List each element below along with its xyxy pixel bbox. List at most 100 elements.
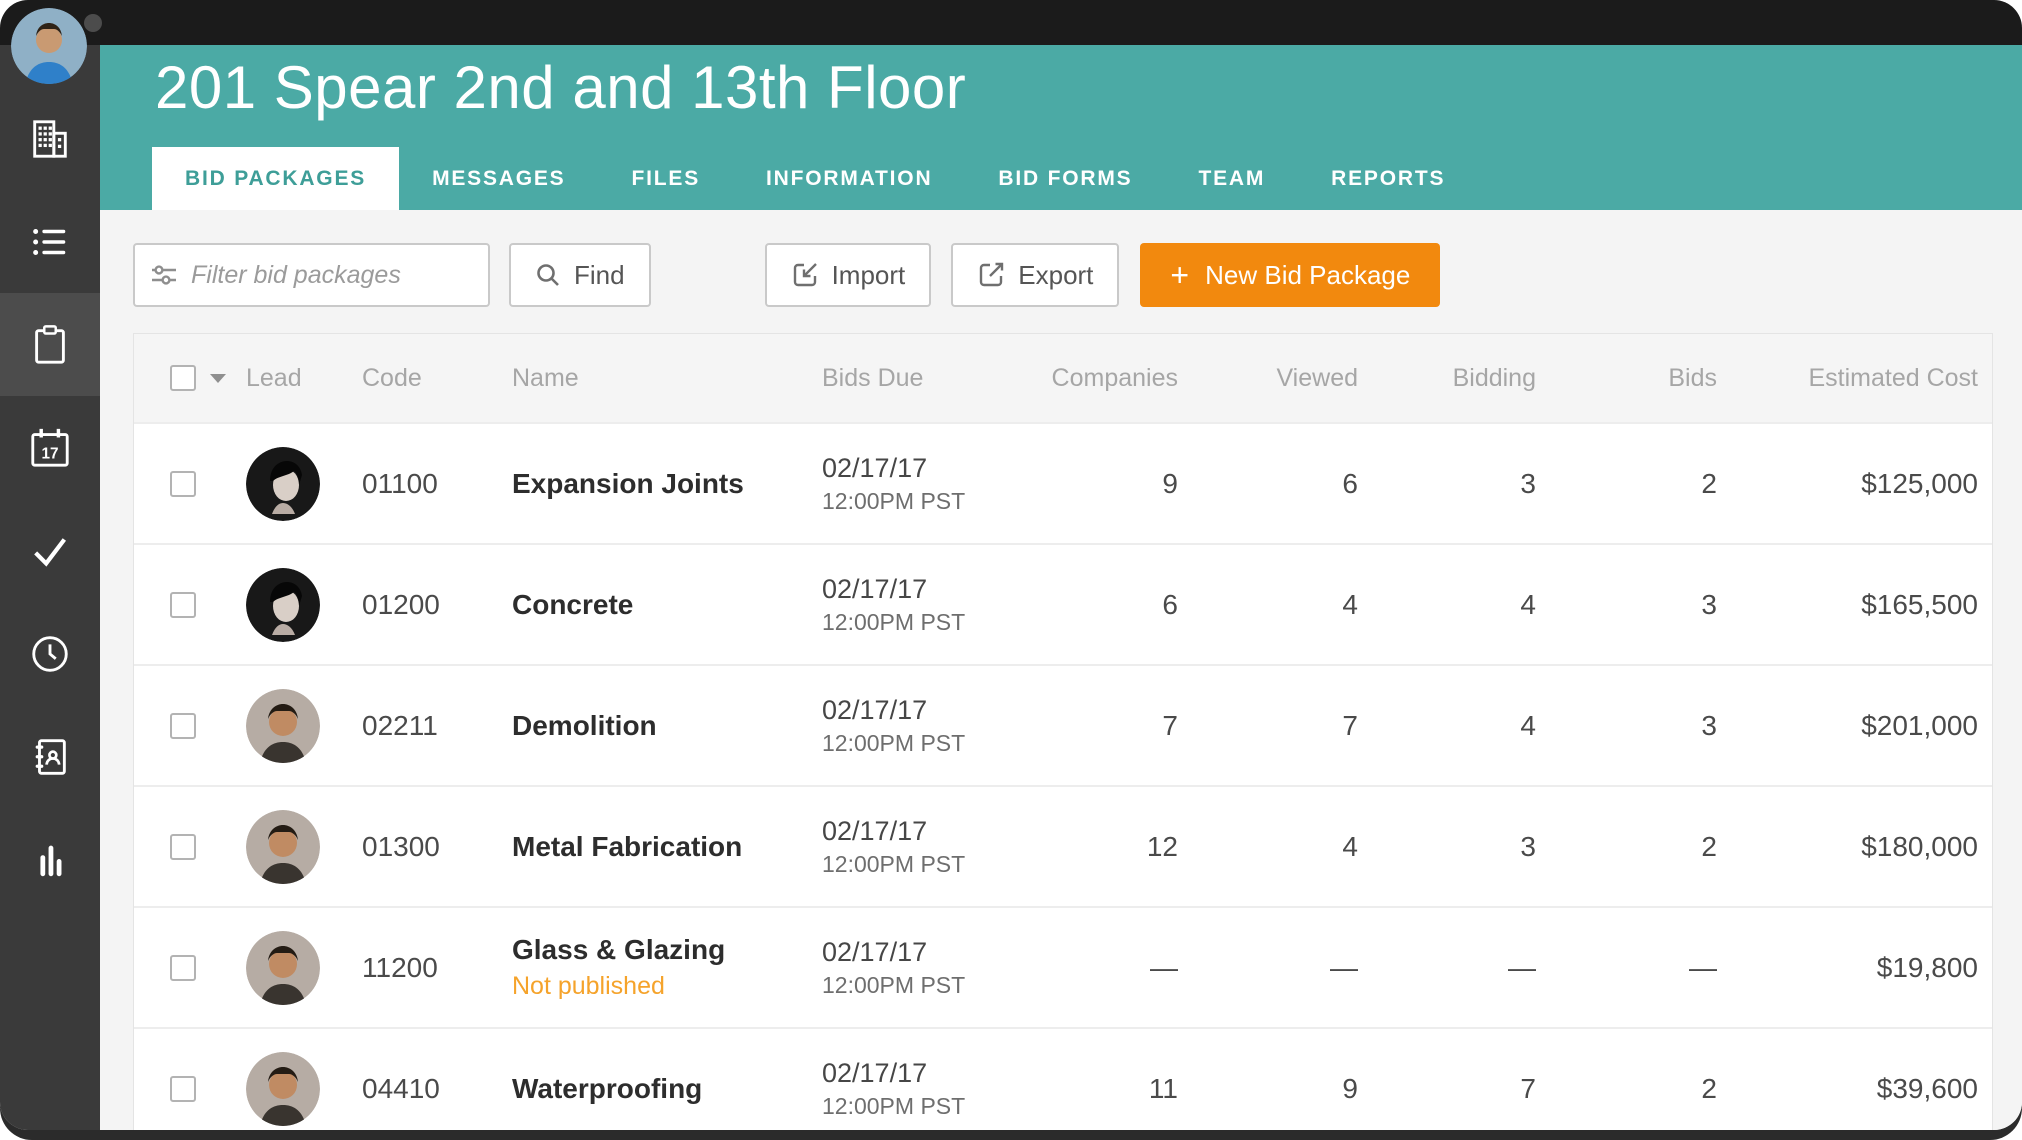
toolbar: Filter bid packages Find Import — [133, 243, 2022, 307]
import-button[interactable]: Import — [765, 243, 932, 307]
find-button[interactable]: Find — [509, 243, 651, 307]
sidebar-item-checkmark[interactable] — [0, 499, 100, 602]
filter-bid-packages-input[interactable]: Filter bid packages — [133, 243, 490, 307]
bid-package-name[interactable]: Glass & Glazing — [512, 934, 822, 966]
estimated-cost: $19,800 — [1717, 952, 1978, 984]
viewed-count: — — [1178, 952, 1358, 984]
viewed-count: 6 — [1178, 468, 1358, 500]
bid-package-code: 01300 — [362, 831, 512, 863]
column-header-viewed: Viewed — [1178, 364, 1358, 393]
tab-team[interactable]: TEAM — [1165, 147, 1298, 210]
tab-bar: BID PACKAGES MESSAGES FILES INFORMATION … — [100, 147, 2022, 210]
sidebar-item-calendar-17[interactable]: 17 — [0, 396, 100, 499]
new-bid-package-label: New Bid Package — [1205, 260, 1410, 291]
lead-avatar-man-photo — [246, 1052, 320, 1126]
bidding-count: 3 — [1358, 468, 1536, 500]
bidding-count: — — [1358, 952, 1536, 984]
viewed-count: 4 — [1178, 831, 1358, 863]
bids-count: 3 — [1536, 589, 1717, 621]
sidebar-item-buildings[interactable] — [0, 87, 100, 190]
estimated-cost: $180,000 — [1717, 831, 1978, 863]
column-header-estimated-cost: Estimated Cost — [1717, 364, 1978, 393]
bar-chart-icon — [28, 838, 72, 882]
companies-count: 12 — [1034, 831, 1178, 863]
checkmark-icon — [28, 529, 72, 573]
new-bid-package-button[interactable]: + New Bid Package — [1140, 243, 1440, 307]
table-row[interactable]: 11200 Glass & Glazing Not published 02/1… — [134, 906, 1992, 1027]
bids-due-date: 02/17/17 — [822, 574, 1034, 605]
viewed-count: 7 — [1178, 710, 1358, 742]
import-label: Import — [832, 260, 906, 291]
user-photo-avatar[interactable] — [11, 8, 87, 84]
filter-placeholder: Filter bid packages — [191, 261, 401, 290]
table-header-row: Lead Code Name Bids Due Companies Viewed… — [134, 334, 1992, 422]
row-checkbox[interactable] — [170, 955, 196, 981]
table-row[interactable]: 01100 Expansion Joints 02/17/17 12:00PM … — [134, 422, 1992, 543]
select-all-checkbox[interactable] — [170, 365, 196, 391]
row-checkbox[interactable] — [170, 471, 196, 497]
estimated-cost: $125,000 — [1717, 468, 1978, 500]
bids-due-time: 12:00PM PST — [822, 972, 1034, 999]
companies-count: — — [1034, 952, 1178, 984]
bid-package-name[interactable]: Metal Fabrication — [512, 831, 822, 863]
row-checkbox[interactable] — [170, 834, 196, 860]
clipboard-icon — [28, 323, 72, 367]
bids-due-time: 12:00PM PST — [822, 851, 1034, 878]
column-header-name: Name — [512, 364, 822, 393]
bid-package-code: 02211 — [362, 710, 512, 742]
sidebar-item-address-book[interactable] — [0, 705, 100, 808]
caret-down-icon[interactable] — [210, 374, 226, 383]
bids-due-time: 12:00PM PST — [822, 1093, 1034, 1120]
bids-due-date: 02/17/17 — [822, 1058, 1034, 1089]
row-checkbox[interactable] — [170, 713, 196, 739]
sidebar-item-clipboard[interactable] — [0, 293, 100, 396]
bid-package-name[interactable]: Demolition — [512, 710, 822, 742]
export-label: Export — [1018, 260, 1093, 291]
sidebar-item-list[interactable] — [0, 190, 100, 293]
bid-package-name[interactable]: Expansion Joints — [512, 468, 822, 500]
table-row[interactable]: 01200 Concrete 02/17/17 12:00PM PST 6 4 … — [134, 543, 1992, 664]
bid-package-code: 01100 — [362, 468, 512, 500]
find-label: Find — [574, 260, 625, 291]
bid-package-code: 04410 — [362, 1073, 512, 1105]
tab-files[interactable]: FILES — [599, 147, 734, 210]
bid-package-name[interactable]: Concrete — [512, 589, 822, 621]
bidding-count: 4 — [1358, 589, 1536, 621]
window-titlebar — [0, 0, 2022, 45]
estimated-cost: $201,000 — [1717, 710, 1978, 742]
bids-due-time: 12:00PM PST — [822, 609, 1034, 636]
sliders-filter-icon — [150, 261, 178, 289]
tab-messages[interactable]: MESSAGES — [399, 147, 598, 210]
tab-bid-packages[interactable]: BID PACKAGES — [152, 147, 399, 210]
row-checkbox[interactable] — [170, 1076, 196, 1102]
table-row[interactable]: 01300 Metal Fabrication 02/17/17 12:00PM… — [134, 785, 1992, 906]
sidebar-item-clock[interactable] — [0, 602, 100, 705]
import-icon — [791, 261, 819, 289]
tab-reports[interactable]: REPORTS — [1298, 147, 1478, 210]
table-row[interactable]: 04410 Waterproofing 02/17/17 12:00PM PST… — [134, 1027, 1992, 1130]
bid-packages-table: Lead Code Name Bids Due Companies Viewed… — [133, 333, 1993, 1130]
main-area: 201 Spear 2nd and 13th Floor BID PACKAGE… — [100, 45, 2022, 1130]
row-checkbox[interactable] — [170, 592, 196, 618]
lead-avatar-man-photo — [246, 689, 320, 763]
column-header-code: Code — [362, 364, 512, 393]
table-row[interactable]: 02211 Demolition 02/17/17 12:00PM PST 7 … — [134, 664, 1992, 785]
lead-avatar-man-photo — [246, 810, 320, 884]
bids-due-date: 02/17/17 — [822, 695, 1034, 726]
tab-bid-forms[interactable]: BID FORMS — [965, 147, 1165, 210]
column-header-bidding: Bidding — [1358, 364, 1536, 393]
plus-icon: + — [1170, 259, 1189, 291]
bid-package-name[interactable]: Waterproofing — [512, 1073, 822, 1105]
lead-avatar-man-photo — [246, 931, 320, 1005]
bidding-count: 4 — [1358, 710, 1536, 742]
sidebar-item-bar-chart[interactable] — [0, 808, 100, 911]
export-button[interactable]: Export — [951, 243, 1119, 307]
companies-count: 7 — [1034, 710, 1178, 742]
maximize-dot[interactable] — [84, 14, 102, 32]
calendar-17-icon: 17 — [28, 426, 72, 470]
bids-due-date: 02/17/17 — [822, 816, 1034, 847]
bids-due-date: 02/17/17 — [822, 453, 1034, 484]
tab-information[interactable]: INFORMATION — [733, 147, 965, 210]
companies-count: 11 — [1034, 1073, 1178, 1105]
screenshot-canvas: 17 201 Spear 2nd and 13th Floor BID PACK… — [0, 0, 2022, 1140]
